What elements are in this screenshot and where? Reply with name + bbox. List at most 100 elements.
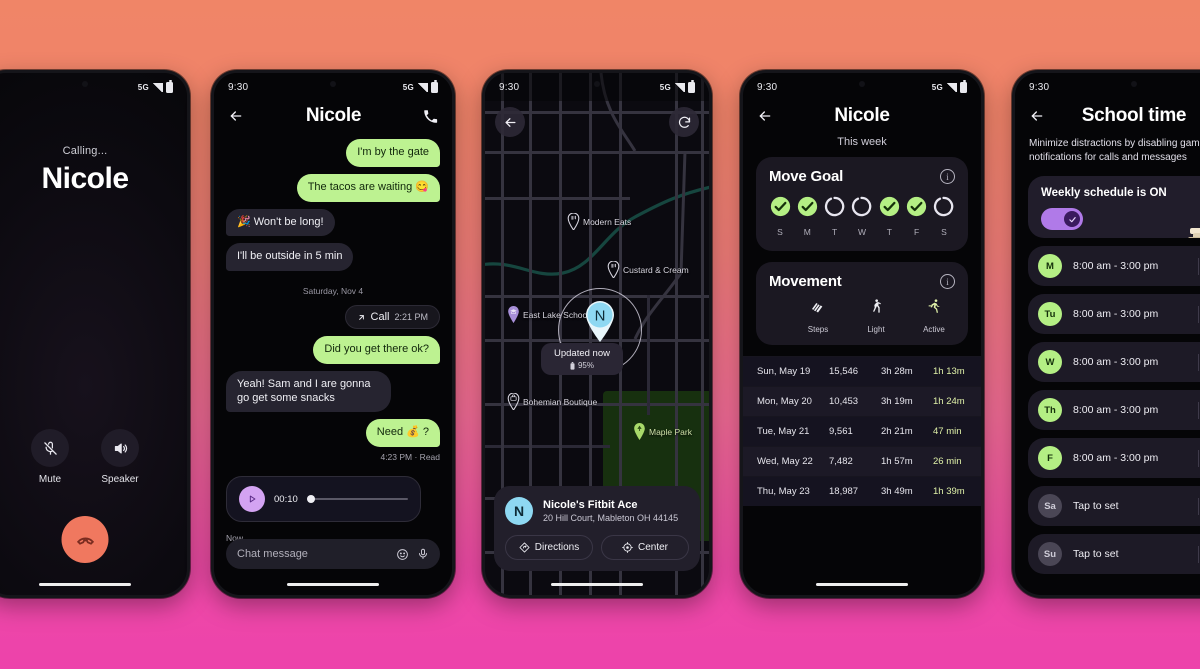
- speaker-icon: [101, 429, 139, 467]
- voice-note-scrubber[interactable]: [306, 495, 408, 503]
- move-goal-day[interactable]: T: [824, 196, 846, 240]
- move-goal-day[interactable]: M: [796, 196, 818, 240]
- location-marker[interactable]: N: [583, 299, 617, 343]
- goal-complete-icon: [879, 196, 900, 221]
- location-status-badge: Updated now 95%: [541, 343, 623, 375]
- poi-custard-cream[interactable]: Custard & Cream: [607, 261, 689, 278]
- row-divider: [1198, 449, 1199, 467]
- schedule-row-friday[interactable]: F 8:00 am - 3:00 pm: [1028, 438, 1200, 478]
- row-active: 26 min: [933, 456, 962, 467]
- screen-chat: 9:30 5G Nicole I'm by the gate The tacos…: [214, 73, 452, 595]
- phone-call-screen: 5G Calling... Nicole Mute Speaker: [0, 70, 190, 598]
- chat-input-placeholder[interactable]: Chat message: [237, 548, 388, 560]
- row-active: 47 min: [933, 426, 962, 437]
- battery-icon: [431, 80, 438, 93]
- back-arrow-icon[interactable]: [1029, 108, 1045, 124]
- row-light: 3h 19m: [881, 396, 913, 407]
- poi-modern-eats[interactable]: Modern Eats: [567, 213, 631, 230]
- school-app-bar: School time: [1015, 101, 1200, 135]
- map-back-button[interactable]: [495, 107, 525, 137]
- info-icon[interactable]: i: [940, 274, 955, 289]
- emoji-icon[interactable]: [396, 548, 409, 561]
- poi-bohemian-boutique[interactable]: Bohemian Boutique: [507, 393, 597, 410]
- move-goal-card: Move Goal i S M T W T F S: [756, 157, 968, 251]
- move-goal-day[interactable]: S: [769, 196, 791, 240]
- table-row[interactable]: Thu, May 23 18,987 3h 49m 1h 39m: [743, 476, 981, 506]
- column-label: Steps: [807, 325, 829, 334]
- goal-partial-icon: [933, 196, 954, 221]
- row-divider: [1198, 257, 1199, 275]
- schedule-row-tuesday[interactable]: Tu 8:00 am - 3:00 pm: [1028, 294, 1200, 334]
- phone-icon[interactable]: [423, 109, 438, 124]
- row-light: 2h 21m: [881, 426, 913, 437]
- screen-activity: 9:30 5G Nicole This week Move Goal i S M…: [743, 73, 981, 595]
- directions-button[interactable]: Directions: [505, 535, 593, 560]
- status-time: 9:30: [1029, 81, 1050, 93]
- poi-maple-park[interactable]: Maple Park: [633, 423, 692, 440]
- row-steps: 10,453: [829, 396, 859, 407]
- schedule-row-monday[interactable]: M 8:00 am - 3:00 pm: [1028, 246, 1200, 286]
- mic-icon[interactable]: [417, 548, 429, 560]
- run-icon: [928, 299, 940, 313]
- map-refresh-button[interactable]: [669, 107, 699, 137]
- battery-icon: [960, 80, 967, 93]
- end-call-button[interactable]: [61, 516, 109, 563]
- weekly-schedule-toggle[interactable]: [1041, 208, 1083, 230]
- center-button[interactable]: Center: [601, 535, 689, 560]
- move-goal-day[interactable]: S: [933, 196, 955, 240]
- school-title: School time: [1081, 105, 1187, 126]
- day-time: Tap to set: [1073, 500, 1119, 512]
- table-row[interactable]: Mon, May 20 10,453 3h 19m 1h 24m: [743, 386, 981, 416]
- speaker-button[interactable]: Speaker: [101, 429, 139, 485]
- signal-icon: [417, 82, 428, 92]
- row-date: Thu, May 23: [757, 486, 810, 497]
- read-receipt: 4:23 PM · Read: [380, 452, 440, 462]
- signal-icon: [152, 82, 163, 92]
- schedule-row-thursday[interactable]: Th 8:00 am - 3:00 pm: [1028, 390, 1200, 430]
- back-arrow-icon[interactable]: [228, 108, 244, 124]
- home-indicator: [816, 582, 908, 586]
- info-icon[interactable]: i: [940, 169, 955, 184]
- back-arrow-icon[interactable]: [757, 108, 773, 124]
- mic-off-icon: [31, 429, 69, 467]
- move-goal-title: Move Goal: [769, 168, 844, 185]
- row-divider: [1198, 401, 1199, 419]
- schedule-row-wednesday[interactable]: W 8:00 am - 3:00 pm: [1028, 342, 1200, 382]
- move-goal-day[interactable]: F: [906, 196, 928, 240]
- table-row[interactable]: Tue, May 21 9,561 2h 21m 47 min: [743, 416, 981, 446]
- status-time: 9:30: [757, 81, 778, 93]
- voice-note-player[interactable]: 00:10: [226, 476, 421, 522]
- back-arrow-icon: [505, 117, 515, 127]
- play-icon[interactable]: [239, 486, 265, 512]
- move-goal-day[interactable]: T: [878, 196, 900, 240]
- call-contact-name: Nicole: [41, 162, 129, 195]
- marker-initial: N: [595, 308, 606, 325]
- schedule-row-saturday[interactable]: Sa Tap to set: [1028, 486, 1200, 526]
- call-log-chip[interactable]: Call 2:21 PM: [344, 305, 440, 329]
- end-call-icon: [76, 536, 94, 545]
- phone-school-time-screen: 9:30 School time Minimize distractions b…: [1012, 70, 1200, 598]
- goal-day-label: S: [777, 227, 783, 237]
- speaker-label: Speaker: [101, 474, 139, 485]
- row-light: 1h 57m: [881, 456, 913, 467]
- status-bar: 9:30 5G: [743, 73, 981, 101]
- day-time: 8:00 am - 3:00 pm: [1073, 356, 1159, 368]
- chat-composer[interactable]: Chat message: [226, 539, 440, 569]
- mute-button[interactable]: Mute: [31, 429, 69, 485]
- mute-label: Mute: [38, 474, 62, 485]
- schedule-row-sunday[interactable]: Su Tap to set: [1028, 534, 1200, 574]
- status-bar: 9:30 5G: [485, 73, 709, 101]
- chat-app-bar: Nicole: [214, 101, 452, 135]
- table-row[interactable]: Sun, May 19 15,546 3h 28m 1h 13m: [743, 356, 981, 386]
- move-goal-day[interactable]: W: [851, 196, 873, 240]
- park-pin-icon: [634, 423, 645, 440]
- movement-header: Movement i: [769, 273, 955, 290]
- call-info: Calling... Nicole: [0, 145, 187, 196]
- status-indicators: 5G: [660, 80, 695, 93]
- column-active: Active: [917, 298, 951, 337]
- screen-school-time: 9:30 School time Minimize distractions b…: [1015, 73, 1200, 595]
- table-row[interactable]: Wed, May 22 7,482 1h 57m 26 min: [743, 446, 981, 476]
- status-bar: 9:30: [1015, 73, 1200, 101]
- scrubber-handle[interactable]: [306, 495, 315, 503]
- day-time: 8:00 am - 3:00 pm: [1073, 308, 1159, 320]
